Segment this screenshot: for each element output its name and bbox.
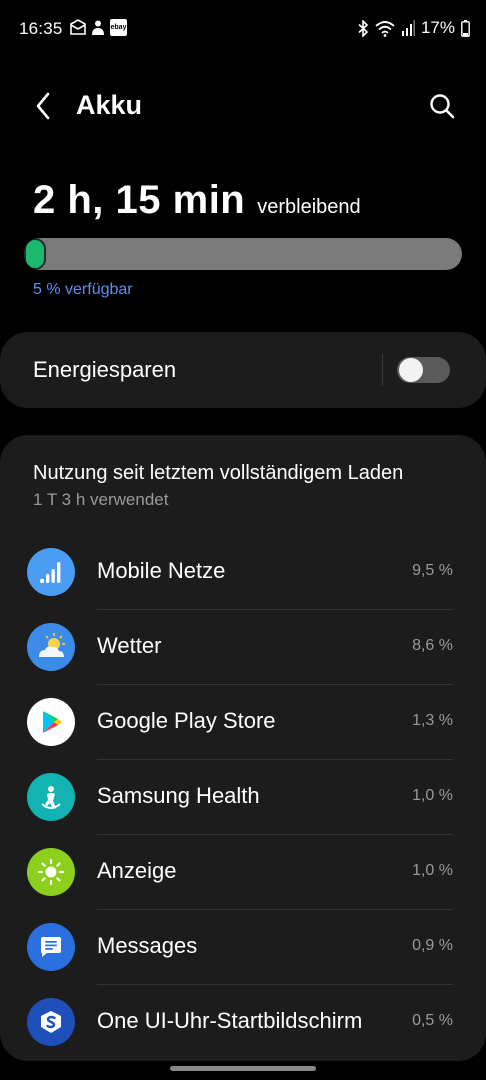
usage-list-item[interactable]: Mobile Netze 9,5 %: [0, 535, 486, 610]
app-bar: Akku: [0, 78, 486, 134]
app-percent: 8,6 %: [412, 637, 453, 654]
divider: [382, 354, 383, 386]
wifi-icon: [375, 20, 395, 37]
power-saving-card[interactable]: Energiesparen: [0, 332, 486, 408]
battery-remaining: 2 h, 15 min verbleibend: [33, 178, 361, 223]
status-time: 16:35: [19, 19, 63, 38]
one-ui-clock-icon: [27, 998, 75, 1046]
power-saving-toggle[interactable]: [397, 357, 450, 383]
usage-card: Nutzung seit letztem vollständigem Laden…: [0, 435, 486, 1061]
back-arrow-icon: [36, 92, 50, 120]
power-saving-label: Energiesparen: [33, 357, 177, 382]
samsung-health-icon: [27, 773, 75, 821]
page-title: Akku: [76, 90, 143, 120]
google-play-icon: [27, 698, 75, 746]
search-button[interactable]: [424, 88, 460, 124]
app-percent: 1,0 %: [412, 787, 453, 804]
ebay-icon: ebay: [110, 19, 127, 36]
back-button[interactable]: [26, 88, 60, 124]
app-name: Messages: [97, 933, 198, 958]
weather-icon: [27, 623, 75, 671]
battery-level-bar: [24, 238, 462, 270]
usage-list-item[interactable]: Google Play Store 1,3 %: [0, 685, 486, 760]
person-notification-icon: [92, 20, 104, 35]
status-system-icons: 17%: [357, 18, 470, 38]
toggle-knob: [399, 358, 423, 382]
search-icon: [430, 94, 455, 119]
usage-list-item[interactable]: Samsung Health 1,0 %: [0, 760, 486, 835]
battery-level-fill: [24, 238, 46, 270]
signal-icon: [401, 20, 415, 36]
app-percent: 9,5 %: [412, 562, 453, 579]
gesture-nav-handle[interactable]: [170, 1066, 316, 1071]
battery-icon: [461, 19, 470, 37]
app-name: Mobile Netze: [97, 558, 226, 583]
status-bar: 16:35 ebay 17%: [0, 0, 486, 58]
display-brightness-icon: [27, 848, 75, 896]
mobile-network-icon: [27, 548, 75, 596]
app-name: One UI-Uhr-Startbildschirm: [97, 1008, 363, 1033]
app-name: Google Play Store: [97, 708, 276, 733]
app-name: Wetter: [97, 633, 162, 658]
usage-list-item[interactable]: Messages 0,9 %: [0, 910, 486, 985]
status-battery-percent: 17%: [420, 18, 455, 37]
battery-available-text: 5 % verfügbar: [33, 281, 133, 298]
app-name: Anzeige: [97, 858, 177, 883]
remaining-label: verbleibend: [257, 196, 361, 218]
app-percent: 1,3 %: [412, 712, 453, 729]
mail-check-icon: [70, 19, 86, 35]
usage-title: Nutzung seit letztem vollständigem Laden: [33, 462, 404, 484]
usage-list-item[interactable]: Anzeige 1,0 %: [0, 835, 486, 910]
app-name: Samsung Health: [97, 783, 260, 808]
bluetooth-icon: [358, 19, 369, 37]
usage-subtitle: 1 T 3 h verwendet: [33, 490, 169, 509]
app-percent: 0,5 %: [412, 1012, 453, 1029]
app-percent: 0,9 %: [412, 937, 453, 954]
messages-icon: [27, 923, 75, 971]
usage-list-item[interactable]: One UI-Uhr-Startbildschirm 0,5 %: [0, 985, 486, 1060]
usage-list-item[interactable]: Wetter 8,6 %: [0, 610, 486, 685]
app-percent: 1,0 %: [412, 862, 453, 879]
remaining-time: 2 h, 15 min: [33, 178, 246, 222]
